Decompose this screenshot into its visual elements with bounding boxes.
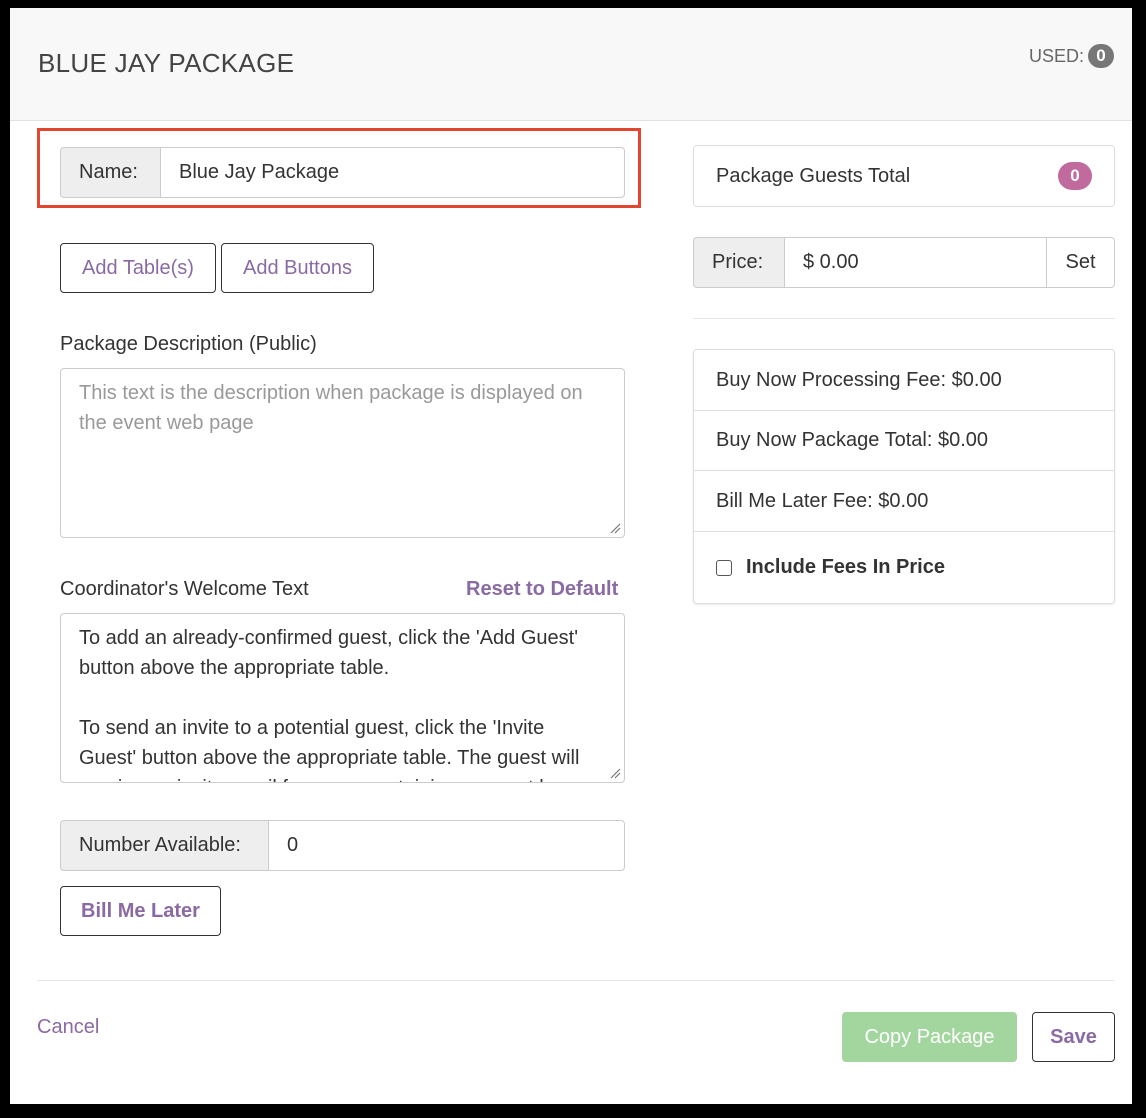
package-total-row: Buy Now Package Total: $0.00 [694,411,1114,471]
footer-divider [37,980,1114,981]
bill-me-later-button[interactable]: Bill Me Later [60,886,221,936]
fees-panel: Buy Now Processing Fee: $0.00 Buy Now Pa… [693,349,1115,604]
processing-fee-row: Buy Now Processing Fee: $0.00 [694,350,1114,411]
guests-total-badge: 0 [1058,162,1092,190]
used-indicator: USED: 0 [1029,44,1114,68]
welcome-paragraph-2: To send an invite to a potential guest, … [79,717,580,782]
copy-package-button[interactable]: Copy Package [842,1012,1017,1062]
name-input[interactable]: Blue Jay Package [160,147,625,198]
number-available-group: Number Available: 0 [60,820,625,871]
reset-to-default-link[interactable]: Reset to Default [466,578,618,601]
page-title: BLUE JAY PACKAGE [38,48,295,78]
used-label: USED: [1028,45,1084,66]
description-label: Package Description (Public) [60,333,317,355]
name-label: Name: [60,147,160,198]
include-fees-label[interactable]: Include Fees In Price [746,556,945,579]
save-button[interactable]: Save [1032,1012,1115,1062]
set-price-button[interactable]: Set [1047,237,1115,288]
right-divider [693,318,1115,319]
number-available-label: Number Available: [60,820,268,871]
welcome-text-label: Coordinator's Welcome Text [60,578,309,600]
add-tables-button[interactable]: Add Table(s) [60,243,216,293]
welcome-paragraph-1: To add an already-confirmed guest, click… [79,627,579,679]
bill-later-fee-row: Bill Me Later Fee: $0.00 [694,471,1114,532]
resize-grip-icon[interactable] [609,767,621,779]
resize-grip-icon[interactable] [609,522,621,534]
guests-total-label: Package Guests Total [716,164,911,187]
guests-total-panel: Package Guests Total 0 [693,145,1115,207]
modal-header: BLUE JAY PACKAGE USED: 0 [10,8,1132,121]
description-textarea[interactable]: This text is the description when packag… [60,368,625,538]
package-modal: BLUE JAY PACKAGE USED: 0 Name: Blue Jay … [10,8,1132,1104]
price-input-group: Price: $ 0.00 Set [693,237,1115,288]
price-input[interactable]: $ 0.00 [784,237,1047,288]
used-count-badge: 0 [1088,44,1114,68]
price-label: Price: [693,237,784,288]
description-placeholder: This text is the description when packag… [79,382,583,434]
add-buttons-button[interactable]: Add Buttons [221,243,374,293]
cancel-link[interactable]: Cancel [37,1016,99,1039]
name-input-group: Name: Blue Jay Package [60,147,625,198]
include-fees-row[interactable]: Include Fees In Price [694,532,1114,603]
number-available-input[interactable]: 0 [268,820,625,871]
include-fees-checkbox[interactable] [716,559,732,576]
welcome-textarea[interactable]: To add an already-confirmed guest, click… [60,613,625,783]
